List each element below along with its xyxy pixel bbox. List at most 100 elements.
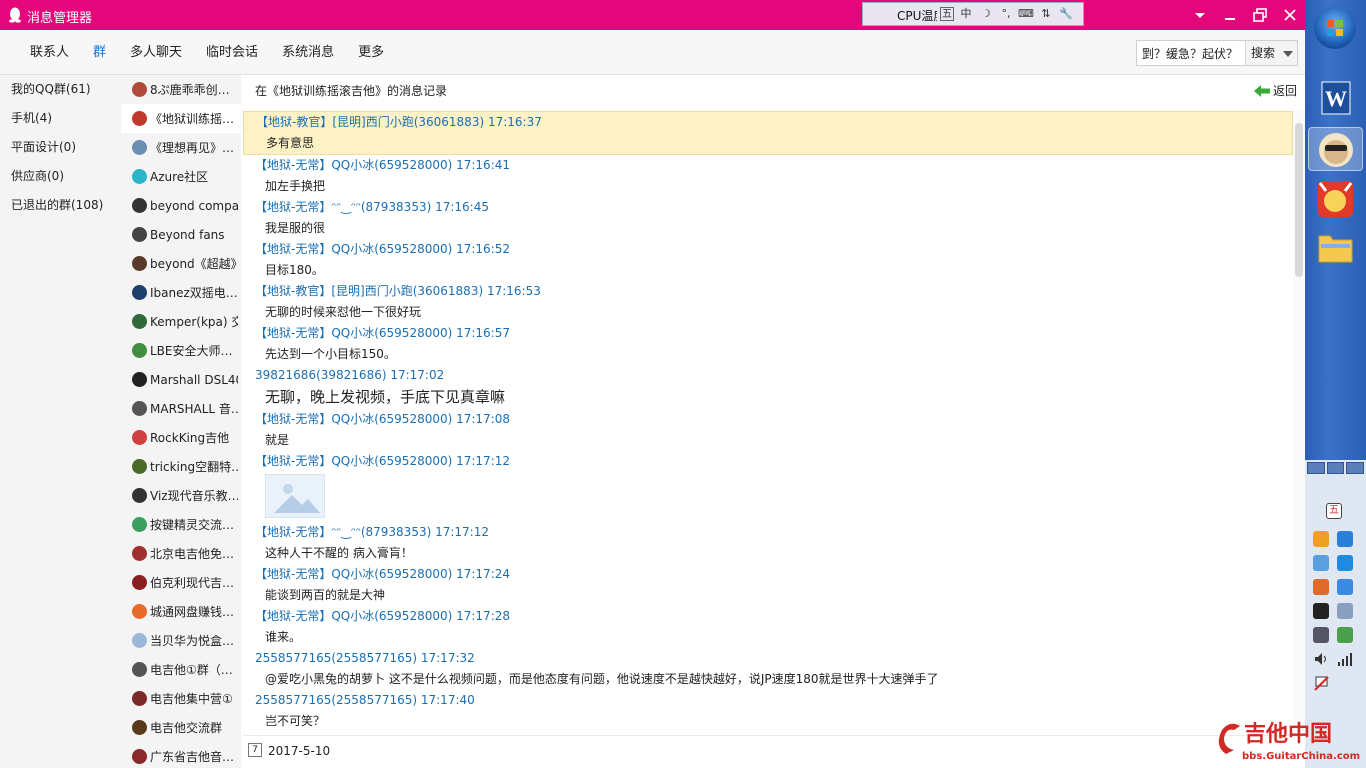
ime-chinese-mode-icon[interactable]: 中	[958, 6, 974, 22]
category-list: 我的QQ群(61) 手机(4) 平面设计(0) 供应商(0) 已退出的群(108…	[0, 75, 121, 768]
message-sender-time[interactable]: 【地狱-无常】ᵔᵔ‿ᵔᵔ(87938353) 17:17:12	[243, 522, 1293, 543]
volume-icon[interactable]	[1313, 651, 1329, 667]
group-list-item[interactable]: 按键精灵交流…	[121, 510, 241, 539]
group-avatar-icon	[132, 488, 147, 503]
message-image[interactable]	[243, 472, 1293, 522]
group-list-item[interactable]: beyond《超越》	[121, 249, 241, 278]
chevron-down-icon[interactable]	[1283, 51, 1293, 57]
message-sender-time[interactable]: 2558577165(2558577165) 17:17:40	[243, 690, 1293, 711]
group-list-item[interactable]: 北京电吉他免…	[121, 539, 241, 568]
group-list-item[interactable]: Kemper(kpa) 交流	[121, 307, 241, 336]
group-list-item[interactable]: 当贝华为悦盒…	[121, 626, 241, 655]
tray-app-icon-2[interactable]	[1337, 531, 1353, 547]
cpu-temp-widget[interactable]: CPU温度 五 中 ☽ °, ⌨ ⇅ 🔧	[862, 2, 1084, 26]
search-input[interactable]	[1137, 41, 1245, 65]
group-list-item[interactable]: MARSHALL 音…	[121, 394, 241, 423]
ime-switch-icon[interactable]: ⇅	[1038, 6, 1054, 22]
tab-contacts[interactable]: 联系人	[18, 30, 81, 75]
tray-scroll-right[interactable]	[1346, 462, 1365, 474]
ime-wubi-icon[interactable]: 五	[940, 7, 954, 21]
taskbar-explorer[interactable]	[1308, 224, 1363, 268]
tab-temp-session[interactable]: 临时会话	[194, 30, 270, 75]
taskbar-qq-avatar[interactable]	[1308, 127, 1363, 171]
group-list-item[interactable]: 《地狱训练摇…	[121, 104, 241, 133]
network-signal-icon[interactable]	[1337, 651, 1353, 667]
tab-system-messages[interactable]: 系统消息	[270, 30, 346, 75]
category-phone[interactable]: 手机(4)	[0, 104, 121, 133]
taskbar-word[interactable]: W	[1308, 76, 1363, 120]
minimize-button[interactable]	[1221, 6, 1239, 24]
image-placeholder-icon[interactable]	[265, 474, 325, 518]
group-list-item[interactable]: RockKing吉他	[121, 423, 241, 452]
message-sender-time[interactable]: 【地狱-无常】QQ小冰(659528000) 17:17:12	[243, 451, 1293, 472]
tray-app-icon-3[interactable]	[1313, 555, 1329, 571]
tray-app-icon-9[interactable]	[1337, 627, 1353, 643]
group-list-item[interactable]: tricking空翻特…	[121, 452, 241, 481]
action-center-flag-icon[interactable]	[1313, 675, 1329, 691]
ime-tray-icon[interactable]: 五	[1326, 503, 1342, 519]
back-button[interactable]: 返回	[1253, 82, 1297, 99]
maximize-button[interactable]	[1251, 6, 1269, 24]
tray-scroll-left[interactable]	[1307, 462, 1325, 474]
group-list-item[interactable]: Beyond fans	[121, 220, 241, 249]
message-sender-time[interactable]: 【地狱-教官】[昆明]西门小跑(36061883) 17:16:37	[244, 112, 1292, 133]
windows-taskbar: W 五	[1305, 0, 1366, 768]
tray-scroll-mid[interactable]	[1326, 462, 1345, 474]
tray-app-icon-7[interactable]	[1337, 603, 1353, 619]
group-list-item[interactable]: Ibanez双摇电…	[121, 278, 241, 307]
scrollbar-thumb[interactable]	[1295, 123, 1303, 277]
category-my-qq-groups[interactable]: 我的QQ群(61)	[0, 75, 121, 104]
message-sender-time[interactable]: 【地狱-无常】ᵔᵔ‿ᵔᵔ(87938353) 17:16:45	[243, 197, 1293, 218]
tray-app-icon-6[interactable]	[1337, 579, 1353, 595]
tab-multi-chat[interactable]: 多人聊天	[118, 30, 194, 75]
group-list-item[interactable]: Azure社区	[121, 162, 241, 191]
tab-more[interactable]: 更多	[346, 30, 396, 75]
group-list-item[interactable]: 电吉他①群（…	[121, 655, 241, 684]
ime-toolbar[interactable]: 五 中 ☽ °, ⌨ ⇅ 🔧	[940, 5, 1074, 23]
history-date[interactable]: 2017-5-10	[268, 744, 330, 758]
group-list-item[interactable]: 《理想再见》…	[121, 133, 241, 162]
close-button[interactable]	[1281, 6, 1299, 24]
tray-app-icon-5[interactable]	[1313, 579, 1329, 595]
ime-keyboard-icon[interactable]: ⌨	[1018, 6, 1034, 22]
group-list-item[interactable]: 城通网盘赚钱…	[121, 597, 241, 626]
tab-groups[interactable]: 群	[81, 30, 118, 75]
calendar-icon[interactable]: 7	[248, 743, 262, 757]
group-list-item[interactable]: beyond compare	[121, 191, 241, 220]
group-list-item[interactable]: LBE安全大师…	[121, 336, 241, 365]
ime-punctuation-icon[interactable]: °,	[998, 6, 1014, 22]
message-sender-time[interactable]: 【地狱-教官】[昆明]西门小跑(36061883) 17:16:53	[243, 281, 1293, 302]
menu-dropdown-icon[interactable]	[1191, 6, 1209, 24]
group-list-item[interactable]: 电吉他交流群	[121, 713, 241, 742]
tray-app-icon-1[interactable]	[1313, 531, 1329, 547]
tray-app-icon-4[interactable]	[1337, 555, 1353, 571]
ime-settings-icon[interactable]: 🔧	[1058, 6, 1074, 22]
message-sender-time[interactable]: 【地狱-无常】QQ小冰(659528000) 17:16:57	[243, 323, 1293, 344]
category-exited-groups[interactable]: 已退出的群(108)	[0, 191, 121, 220]
ime-halfwidth-icon[interactable]: ☽	[978, 6, 994, 22]
group-list-item[interactable]: Marshall DSL40C	[121, 365, 241, 394]
message-sender-time[interactable]: 【地狱-无常】QQ小冰(659528000) 17:17:28	[243, 606, 1293, 627]
group-list-item[interactable]: 广东省吉他音…	[121, 742, 241, 768]
message-sender-time[interactable]: 39821686(39821686) 17:17:02	[243, 365, 1293, 386]
message-sender-time[interactable]: 【地狱-无常】QQ小冰(659528000) 17:17:24	[243, 564, 1293, 585]
message-sender-time[interactable]: 【地狱-无常】QQ小冰(659528000) 17:16:41	[243, 155, 1293, 176]
group-list-item[interactable]: 8ぷ鹿乖乖创…	[121, 75, 241, 104]
category-suppliers[interactable]: 供应商(0)	[0, 162, 121, 191]
group-list-item[interactable]: 电吉他集中营①	[121, 684, 241, 713]
group-list-item[interactable]: 伯克利现代吉…	[121, 568, 241, 597]
group-list-item[interactable]: Viz现代音乐教…	[121, 481, 241, 510]
windows-start-button[interactable]	[1314, 7, 1356, 49]
taskbar-chat[interactable]	[1308, 177, 1363, 221]
category-graphic-design[interactable]: 平面设计(0)	[0, 133, 121, 162]
group-name: 电吉他集中营①	[150, 692, 233, 706]
tray-scroll-controls[interactable]	[1307, 462, 1365, 474]
search-button[interactable]: 搜索	[1245, 41, 1297, 65]
qq-tray-icon[interactable]	[1313, 603, 1329, 619]
message-sender-time[interactable]: 【地狱-无常】QQ小冰(659528000) 17:16:52	[243, 239, 1293, 260]
message-sender-time[interactable]: 【地狱-无常】QQ小冰(659528000) 17:17:08	[243, 409, 1293, 430]
tray-app-icon-8[interactable]	[1313, 627, 1329, 643]
message-scrollbar[interactable]	[1293, 111, 1305, 735]
message-sender-time[interactable]: 2558577165(2558577165) 17:17:32	[243, 648, 1293, 669]
windows-logo-icon	[1327, 20, 1343, 36]
